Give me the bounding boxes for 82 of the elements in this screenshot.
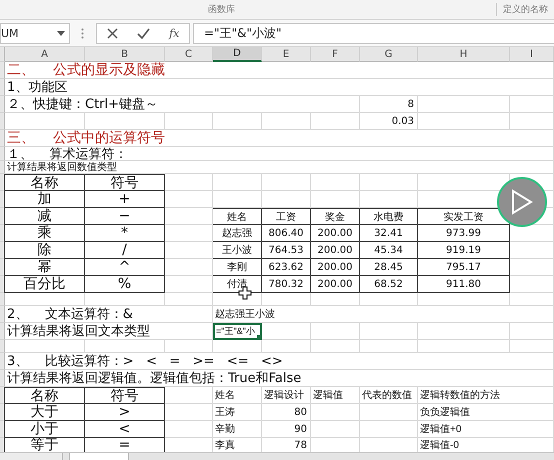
table-cell[interactable]: 28.45 <box>360 259 418 276</box>
table-cell[interactable]: 973.99 <box>418 225 510 242</box>
table-cell[interactable]: 919.19 <box>418 242 510 259</box>
table-cell[interactable]: 764.53 <box>262 242 311 259</box>
table-cell[interactable]: / <box>85 242 165 259</box>
sheet-cell[interactable]: 辛勤 <box>213 421 262 438</box>
sheet-cell[interactable]: 3、 比较运算符：> < = >= <= <> <box>5 353 554 370</box>
table-cell[interactable]: 符号 <box>85 387 165 404</box>
column-header[interactable]: I <box>510 47 554 62</box>
table-cell[interactable]: 王小波 <box>213 242 262 259</box>
sheet-cell[interactable]: 逻辑值+0 <box>418 421 554 438</box>
column-header[interactable]: F <box>311 47 360 62</box>
column-header[interactable]: H <box>418 47 510 62</box>
sheet-cell[interactable]: 2、 文本运算符：& <box>5 306 213 323</box>
column-header[interactable]: D <box>213 47 262 62</box>
sheet-cell[interactable]: 80 <box>262 404 311 421</box>
sheet-cell[interactable]: 王涛 <box>213 404 262 421</box>
sheet-cell[interactable]: 计算结果将返回数值类型 <box>5 161 554 174</box>
table-cell[interactable]: 806.40 <box>262 225 311 242</box>
table-cell[interactable]: 赵志强 <box>213 225 262 242</box>
table-cell[interactable]: > <box>85 404 165 421</box>
table-cell[interactable]: 水电费 <box>360 208 418 225</box>
table-cell[interactable]: 大于 <box>5 404 85 421</box>
table-cell[interactable]: 780.32 <box>262 276 311 293</box>
column-header[interactable]: A <box>5 47 85 62</box>
column-header[interactable]: C <box>165 47 213 62</box>
table-cell[interactable]: 200.00 <box>311 259 360 276</box>
sheet-cell[interactable]: 90 <box>262 421 311 438</box>
section-heading[interactable]: 三、 公式中的运算符号 <box>5 130 554 147</box>
sheet-cell[interactable]: 1、功能区 <box>5 79 554 96</box>
sheet-cell[interactable]: 代表的数值 <box>360 387 418 404</box>
sheet-cell[interactable]: 逻辑转数值的方法 <box>418 387 554 404</box>
table-cell[interactable]: 68.52 <box>360 276 418 293</box>
table-cell[interactable]: 795.17 <box>418 259 510 276</box>
sheet-cell[interactable]: 0.03 <box>360 113 418 130</box>
table-cell[interactable]: 李刚 <box>213 259 262 276</box>
table-cell[interactable]: 200.00 <box>311 242 360 259</box>
name-box[interactable]: UM <box>0 22 70 44</box>
table-cell[interactable]: 小于 <box>5 421 85 438</box>
table-cell[interactable]: 姓名 <box>213 208 262 225</box>
table-cell[interactable]: 32.41 <box>360 225 418 242</box>
table-cell[interactable]: 200.00 <box>311 276 360 293</box>
sheet-cell[interactable]: 8 <box>360 96 418 113</box>
table-cell[interactable]: 名称 <box>5 387 85 404</box>
sheet-cell[interactable]: 逻辑设计 <box>262 387 311 404</box>
insert-function-button[interactable]: fx <box>169 26 180 40</box>
table-cell[interactable]: 名称 <box>5 174 85 191</box>
table-cell[interactable]: < <box>85 421 165 438</box>
table-cell[interactable]: 幂 <box>5 259 85 276</box>
column-header[interactable]: E <box>262 47 311 62</box>
table-cell[interactable]: 符号 <box>85 174 165 191</box>
table-cell[interactable]: 减 <box>5 208 85 225</box>
section-heading[interactable]: 二、 公式的显示及隐藏 <box>5 62 554 79</box>
sheet-cell[interactable]: 计算结果将返回文本类型 <box>5 323 213 340</box>
sheet-cell[interactable]: １、 算术运算符： <box>5 147 554 161</box>
ribbon-group-label: 函数库 <box>208 4 235 16</box>
table-cell[interactable]: 除 <box>5 242 85 259</box>
column-header[interactable]: B <box>85 47 165 62</box>
column-header[interactable]: G <box>360 47 418 62</box>
table-cell[interactable]: % <box>85 276 165 293</box>
table-cell[interactable]: ^ <box>85 259 165 276</box>
table-cell[interactable]: 623.62 <box>262 259 311 276</box>
ribbon-group-label: 定义的名称 <box>496 3 548 16</box>
table-cell[interactable]: 911.80 <box>418 276 510 293</box>
table-cell[interactable]: − <box>85 208 165 225</box>
table-cell[interactable]: 200.00 <box>311 225 360 242</box>
sheet-cell[interactable]: 姓名 <box>213 387 262 404</box>
table-cell[interactable]: 百分比 <box>5 276 85 293</box>
table-cell[interactable]: 45.34 <box>360 242 418 259</box>
sheet-cell[interactable]: ="王"&"小 <box>213 323 262 340</box>
table-cell[interactable]: 乘 <box>5 225 85 242</box>
sheet-cell[interactable]: 赵志强王小波 <box>213 306 554 323</box>
table-cell[interactable]: * <box>85 225 165 242</box>
sheet-cell[interactable]: ２、快捷键：Ctrl+键盘～ <box>5 96 360 113</box>
table-cell[interactable]: 奖金 <box>311 208 360 225</box>
sheet-cell[interactable]: 计算结果将返回逻辑值。逻辑值包括：True和False <box>5 370 554 387</box>
formula-field[interactable]: ="王"&"小波" <box>193 22 554 44</box>
table-cell[interactable]: 加 <box>5 191 85 208</box>
sheet-cell[interactable]: 负负逻辑值 <box>418 404 554 421</box>
sheet-cell[interactable]: 逻辑值 <box>311 387 360 404</box>
table-cell[interactable]: 工资 <box>262 208 311 225</box>
table-cell[interactable]: + <box>85 191 165 208</box>
